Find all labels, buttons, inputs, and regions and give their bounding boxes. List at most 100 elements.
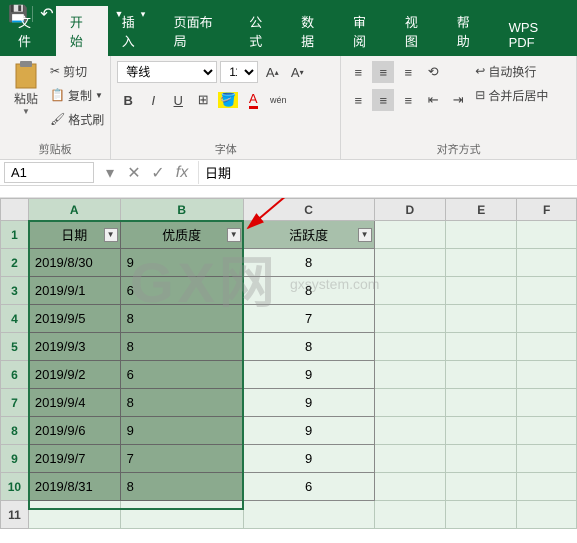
cell-a1[interactable]: 日期▼ bbox=[28, 221, 120, 249]
cell-a8[interactable]: 2019/9/6 bbox=[28, 417, 120, 445]
col-header-e[interactable]: E bbox=[446, 199, 517, 221]
worksheet[interactable]: GX网 gxsystem.com A B C D E F 1 日期▼ 优质度▼ … bbox=[0, 198, 577, 529]
tab-page-layout[interactable]: 页面布局 bbox=[160, 6, 236, 56]
decrease-font-icon[interactable]: A▾ bbox=[286, 61, 308, 83]
cell[interactable] bbox=[517, 305, 577, 333]
name-box-dropdown-icon[interactable]: ▾ bbox=[98, 162, 122, 184]
cell-c1[interactable]: 活跃度▼ bbox=[243, 221, 374, 249]
cell-f1[interactable] bbox=[517, 221, 577, 249]
font-size-select[interactable]: 11 bbox=[220, 61, 258, 83]
tab-help[interactable]: 帮助 bbox=[443, 6, 495, 56]
format-painter-button[interactable]: 🖌格式刷 bbox=[50, 108, 104, 130]
cancel-icon[interactable]: ✕ bbox=[122, 162, 146, 184]
phonetic-button[interactable]: wén bbox=[267, 89, 289, 111]
cell-b4[interactable]: 8 bbox=[120, 305, 243, 333]
col-header-a[interactable]: A bbox=[28, 199, 120, 221]
row-header-6[interactable]: 6 bbox=[1, 361, 29, 389]
row-header-4[interactable]: 4 bbox=[1, 305, 29, 333]
cell-a4[interactable]: 2019/9/5 bbox=[28, 305, 120, 333]
cell-b1[interactable]: 优质度▼ bbox=[120, 221, 243, 249]
cell[interactable] bbox=[446, 417, 517, 445]
cell[interactable] bbox=[517, 249, 577, 277]
cell[interactable] bbox=[374, 445, 445, 473]
align-center-icon[interactable]: ≡ bbox=[372, 89, 394, 111]
align-middle-icon[interactable]: ≡ bbox=[372, 61, 394, 83]
cell[interactable] bbox=[243, 501, 374, 529]
cell-c7[interactable]: 9 bbox=[243, 389, 374, 417]
decrease-indent-icon[interactable]: ⇤ bbox=[422, 89, 444, 111]
row-header-8[interactable]: 8 bbox=[1, 417, 29, 445]
bold-button[interactable]: B bbox=[117, 89, 139, 111]
cell[interactable] bbox=[517, 333, 577, 361]
row-header-5[interactable]: 5 bbox=[1, 333, 29, 361]
spreadsheet-grid[interactable]: A B C D E F 1 日期▼ 优质度▼ 活跃度▼ 22019/8/3098… bbox=[0, 198, 577, 529]
cell-a10[interactable]: 2019/8/31 bbox=[28, 473, 120, 501]
cell[interactable] bbox=[374, 361, 445, 389]
cell-a9[interactable]: 2019/9/7 bbox=[28, 445, 120, 473]
cell[interactable] bbox=[28, 501, 120, 529]
cell[interactable] bbox=[517, 277, 577, 305]
cell[interactable] bbox=[374, 389, 445, 417]
filter-icon[interactable]: ▼ bbox=[358, 228, 372, 242]
row-header-9[interactable]: 9 bbox=[1, 445, 29, 473]
cell[interactable] bbox=[374, 417, 445, 445]
cell-b10[interactable]: 8 bbox=[120, 473, 243, 501]
cell-b7[interactable]: 8 bbox=[120, 389, 243, 417]
formula-value[interactable]: 日期 bbox=[198, 161, 577, 184]
cell[interactable] bbox=[446, 445, 517, 473]
tab-data[interactable]: 数据 bbox=[287, 6, 339, 56]
cell-b9[interactable]: 7 bbox=[120, 445, 243, 473]
cell[interactable] bbox=[446, 473, 517, 501]
cell[interactable] bbox=[446, 361, 517, 389]
cell-c9[interactable]: 9 bbox=[243, 445, 374, 473]
col-header-f[interactable]: F bbox=[517, 199, 577, 221]
tab-wps-pdf[interactable]: WPS PDF bbox=[495, 14, 577, 56]
cell[interactable] bbox=[517, 445, 577, 473]
cell[interactable] bbox=[374, 277, 445, 305]
cut-button[interactable]: ✂剪切 bbox=[50, 60, 104, 82]
align-left-icon[interactable]: ≡ bbox=[347, 89, 369, 111]
paste-button[interactable]: 粘贴 ▼ bbox=[6, 60, 46, 139]
tab-file[interactable]: 文件 bbox=[4, 6, 56, 56]
cell-b3[interactable]: 6 bbox=[120, 277, 243, 305]
fill-color-button[interactable]: 🪣 bbox=[217, 89, 239, 111]
filter-icon[interactable]: ▼ bbox=[104, 228, 118, 242]
fx-icon[interactable]: fx bbox=[170, 162, 194, 184]
align-right-icon[interactable]: ≡ bbox=[397, 89, 419, 111]
cell-a7[interactable]: 2019/9/4 bbox=[28, 389, 120, 417]
row-header-10[interactable]: 10 bbox=[1, 473, 29, 501]
orientation-icon[interactable]: ⟲ bbox=[422, 61, 444, 83]
col-header-c[interactable]: C bbox=[243, 199, 374, 221]
underline-button[interactable]: U bbox=[167, 89, 189, 111]
cell-a6[interactable]: 2019/9/2 bbox=[28, 361, 120, 389]
cell[interactable] bbox=[120, 501, 243, 529]
tab-view[interactable]: 视图 bbox=[391, 6, 443, 56]
cell[interactable] bbox=[446, 333, 517, 361]
increase-font-icon[interactable]: A▴ bbox=[261, 61, 283, 83]
tab-home[interactable]: 开始 bbox=[56, 6, 108, 56]
cell-c3[interactable]: 8 bbox=[243, 277, 374, 305]
cell[interactable] bbox=[374, 333, 445, 361]
cell[interactable] bbox=[446, 305, 517, 333]
align-top-icon[interactable]: ≡ bbox=[347, 61, 369, 83]
filter-icon[interactable]: ▼ bbox=[227, 228, 241, 242]
cell[interactable] bbox=[374, 249, 445, 277]
cell[interactable] bbox=[517, 501, 577, 529]
cell[interactable] bbox=[374, 305, 445, 333]
row-header-7[interactable]: 7 bbox=[1, 389, 29, 417]
col-header-d[interactable]: D bbox=[374, 199, 445, 221]
cell[interactable] bbox=[517, 389, 577, 417]
cell[interactable] bbox=[517, 361, 577, 389]
increase-indent-icon[interactable]: ⇥ bbox=[447, 89, 469, 111]
cell-b5[interactable]: 8 bbox=[120, 333, 243, 361]
cell-c10[interactable]: 6 bbox=[243, 473, 374, 501]
merge-button[interactable]: ⊟合并后居中 bbox=[475, 84, 548, 106]
paste-dropdown-icon[interactable]: ▼ bbox=[22, 107, 30, 116]
font-color-button[interactable]: A bbox=[242, 89, 264, 111]
row-header-3[interactable]: 3 bbox=[1, 277, 29, 305]
tab-formula[interactable]: 公式 bbox=[235, 6, 287, 56]
cell-c2[interactable]: 8 bbox=[243, 249, 374, 277]
cell[interactable] bbox=[446, 249, 517, 277]
font-name-select[interactable]: 等线 bbox=[117, 61, 217, 83]
cell-b6[interactable]: 6 bbox=[120, 361, 243, 389]
